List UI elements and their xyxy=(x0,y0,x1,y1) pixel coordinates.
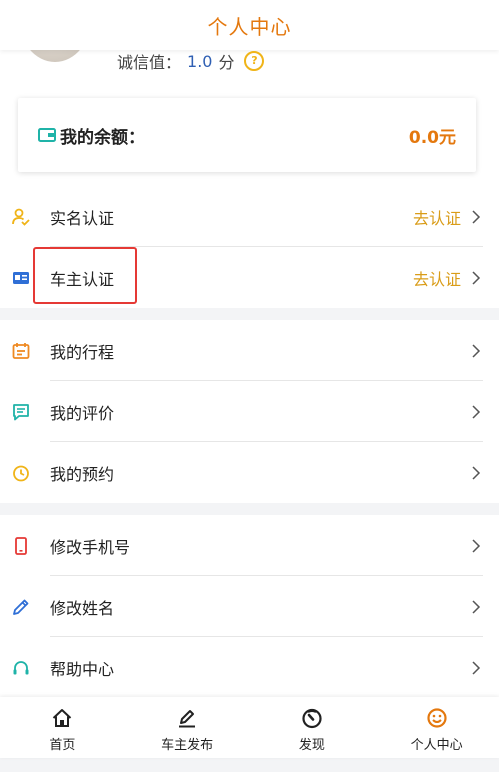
credit-score: 诚信值： 1.0 分 ? xyxy=(117,49,265,73)
bottom-tabbar: 首页 车主发布 发现 个人中心 xyxy=(0,697,499,758)
tab-personal-center[interactable]: 个人中心 xyxy=(374,697,499,758)
menu-item-label: 我的评价 xyxy=(50,403,115,423)
chevron-right-icon xyxy=(472,599,481,614)
settings-group: 修改手机号 修改姓名 帮助中心 xyxy=(0,515,499,698)
menu-item-label: 实名认证 xyxy=(50,208,115,228)
chevron-right-icon xyxy=(472,270,481,285)
highlight-box xyxy=(33,247,137,304)
verify-action: 去认证 xyxy=(412,208,461,228)
menu-item-label: 我的预约 xyxy=(50,464,115,484)
credit-unit: 分 xyxy=(218,53,235,72)
smile-icon xyxy=(427,708,447,728)
balance-section: 我的余额： 0.0元 xyxy=(0,86,499,186)
chevron-right-icon xyxy=(472,660,481,675)
menu-item-change-name[interactable]: 修改姓名 xyxy=(0,576,499,637)
tab-owner-publish[interactable]: 车主发布 xyxy=(125,697,250,758)
balance-card[interactable]: 我的余额： 0.0元 xyxy=(18,98,476,172)
chevron-right-icon xyxy=(472,209,481,224)
chevron-right-icon xyxy=(472,465,481,480)
menu-item-help-center[interactable]: 帮助中心 xyxy=(0,637,499,698)
chevron-right-icon xyxy=(472,538,481,553)
compass-icon xyxy=(302,708,322,729)
headset-icon xyxy=(13,660,29,674)
home-icon xyxy=(53,709,72,727)
calendar-icon xyxy=(12,342,30,359)
edit-icon xyxy=(179,710,196,728)
tab-label: 车主发布 xyxy=(161,738,214,753)
chevron-right-icon xyxy=(472,343,481,358)
tab-label: 个人中心 xyxy=(410,738,463,753)
question-circle-icon[interactable]: ? xyxy=(244,51,265,71)
user-check-icon xyxy=(12,208,30,226)
menu-item-reservations[interactable]: 我的预约 xyxy=(0,442,499,503)
id-card-icon xyxy=(13,271,29,284)
tab-label: 首页 xyxy=(49,738,76,753)
balance-amount: 0.0元 xyxy=(408,127,456,148)
comment-icon xyxy=(13,403,29,420)
pencil-icon xyxy=(13,599,29,615)
credit-label: 诚信值： xyxy=(117,53,182,72)
menu-item-trips[interactable]: 我的行程 xyxy=(0,320,499,381)
balance-label: 我的余额： xyxy=(60,127,145,148)
menu-item-reviews[interactable]: 我的评价 xyxy=(0,381,499,442)
menu-item-real-name[interactable]: 实名认证 去认证 xyxy=(0,186,499,247)
tab-label: 发现 xyxy=(298,738,325,753)
page-header: 个人中心 xyxy=(0,0,499,50)
menu-item-label: 修改姓名 xyxy=(50,598,115,618)
menu-item-label: 我的行程 xyxy=(50,342,115,362)
wallet-icon xyxy=(38,128,56,142)
menu-item-label: 修改手机号 xyxy=(50,537,131,557)
clock-icon xyxy=(13,465,29,481)
tab-discover[interactable]: 发现 xyxy=(250,697,375,758)
page-title: 个人中心 xyxy=(207,14,292,39)
chevron-right-icon xyxy=(472,404,481,419)
menu-item-label: 帮助中心 xyxy=(50,659,115,679)
phone-icon xyxy=(15,536,27,555)
tab-home[interactable]: 首页 xyxy=(0,697,125,758)
menu-item-change-phone[interactable]: 修改手机号 xyxy=(0,515,499,576)
activity-group: 我的行程 我的评价 我的预约 xyxy=(0,320,499,503)
verify-action: 去认证 xyxy=(412,269,461,289)
credit-value: 1.0 xyxy=(187,51,213,71)
